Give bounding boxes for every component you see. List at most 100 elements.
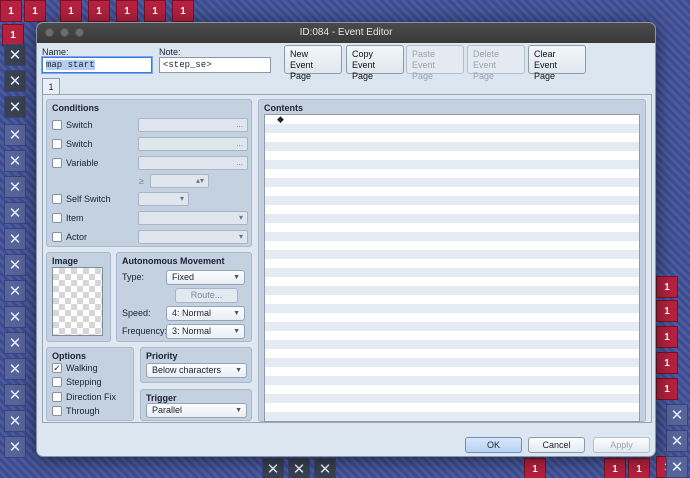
item-checkbox[interactable] [52,213,62,223]
map-tile: ✕ [4,70,26,92]
new-event-page-button[interactable]: New Event Page [284,45,342,81]
button-line: Event Page [473,60,497,81]
copy-event-page-button[interactable]: Copy Event Page [346,45,404,81]
event-image-preview[interactable] [52,267,103,336]
conditions-group: Conditions Switch ... Switch ... Variabl… [46,99,252,247]
direction-fix-checkbox[interactable] [52,392,62,402]
map-tile: ✕ [4,202,26,224]
speed-label: Speed: [122,308,151,318]
option-direction-fix-row[interactable]: Direction Fix [52,392,116,402]
tab-page-1[interactable]: 1 [42,78,60,95]
switch1-selector: ... [138,118,248,132]
zoom-window-icon[interactable] [75,28,84,37]
window-controls [45,28,84,37]
walking-checkbox[interactable]: ✓ [52,363,62,373]
button-line: Event Page [290,60,314,81]
tile-label: 1 [664,331,670,343]
tile-label: ✕ [8,439,22,456]
command-list-item[interactable]: ◆ [277,115,284,124]
condition-item-row[interactable]: Item [52,213,84,223]
condition-variable-row[interactable]: Variable [52,158,98,168]
name-value: map start [46,60,95,70]
tile-label: ✕ [670,407,684,424]
apply-button[interactable]: Apply [593,437,650,453]
through-checkbox[interactable] [52,406,62,416]
chevron-down-icon: ▼ [235,367,242,374]
switch1-label: Switch [66,120,93,130]
condition-switch1-row[interactable]: Switch [52,120,93,130]
tile-label: ✕ [8,413,22,430]
trigger-select[interactable]: Parallel ▼ [146,403,247,418]
actor-checkbox[interactable] [52,232,62,242]
condition-actor-row[interactable]: Actor [52,232,87,242]
tile-label: 1 [664,281,670,293]
map-tile: ✕ [4,436,26,458]
tile-label: 1 [664,357,670,369]
tile-label: 1 [664,305,670,317]
chevron-down-icon: ▼ [233,328,240,335]
event-command-list[interactable]: ◆ [264,114,640,422]
window-title: ID:084 - Event Editor [299,27,393,38]
button-line: Clear [534,49,556,59]
map-tile: ✕ [262,458,284,478]
button-line: Copy [352,49,374,59]
movement-type-select[interactable]: Fixed ▼ [166,270,245,285]
route-button[interactable]: Route... [175,288,238,303]
option-stepping-row[interactable]: Stepping [52,377,102,387]
speed-select[interactable]: 4: Normal ▼ [166,306,245,321]
priority-select[interactable]: Below characters ▼ [146,363,247,378]
tile-label: ✕ [8,73,22,90]
item-label: Item [66,213,84,223]
delete-event-page-button[interactable]: Delete Event Page [467,45,525,81]
tile-label: 1 [152,5,158,17]
map-tile: 1 [0,0,22,22]
option-through-row[interactable]: Through [52,406,100,416]
close-window-icon[interactable] [45,28,54,37]
tile-label: 1 [8,5,14,17]
map-tile: ✕ [4,228,26,250]
conditions-title: Conditions [52,103,99,113]
ok-button[interactable]: OK [465,437,522,453]
clear-event-page-button[interactable]: Clear Event Page [528,45,586,81]
stepping-checkbox[interactable] [52,377,62,387]
map-tile: ✕ [4,124,26,146]
option-walking-row[interactable]: ✓ Walking [52,363,98,373]
cancel-button[interactable]: Cancel [528,437,585,453]
minimize-window-icon[interactable] [60,28,69,37]
through-label: Through [66,406,100,416]
condition-self-switch-row[interactable]: Self Switch [52,194,111,204]
tile-label: ✕ [8,257,22,274]
switch2-checkbox[interactable] [52,139,62,149]
map-tile: ✕ [4,176,26,198]
note-field[interactable]: <step_se> [159,57,271,73]
tile-label: 1 [532,463,538,475]
map-tile: 1 [88,0,110,22]
tile-label: ✕ [8,231,22,248]
map-tile: ✕ [314,458,336,478]
frequency-select[interactable]: 3: Normal ▼ [166,324,245,339]
chevron-down-icon: ▼ [235,407,242,414]
tile-label: ✕ [8,179,22,196]
name-field[interactable]: map start [42,57,152,73]
map-tile: ✕ [4,306,26,328]
variable-checkbox[interactable] [52,158,62,168]
paste-event-page-button[interactable]: Paste Event Page [406,45,464,81]
variable-value-stepper: ▴▾ [150,174,209,188]
chevron-down-icon: ▼ [233,274,240,281]
condition-switch2-row[interactable]: Switch [52,139,93,149]
map-tile: 1 [656,378,678,400]
switch1-checkbox[interactable] [52,120,62,130]
map-tile: ✕ [4,254,26,276]
title-bar[interactable]: ID:084 - Event Editor [37,23,655,43]
gte-label: ≥ [139,176,144,186]
map-tile: 1 [60,0,82,22]
actor-label: Actor [66,232,88,242]
options-title: Options [52,351,86,361]
event-editor-window: ID:084 - Event Editor Name: map start No… [36,22,656,457]
walking-label: Walking [66,363,98,373]
tile-label: 1 [636,463,642,475]
tile-label: ✕ [8,153,22,170]
tile-label: ✕ [8,309,22,326]
self-switch-checkbox[interactable] [52,194,62,204]
movement-title: Autonomous Movement [122,256,225,266]
